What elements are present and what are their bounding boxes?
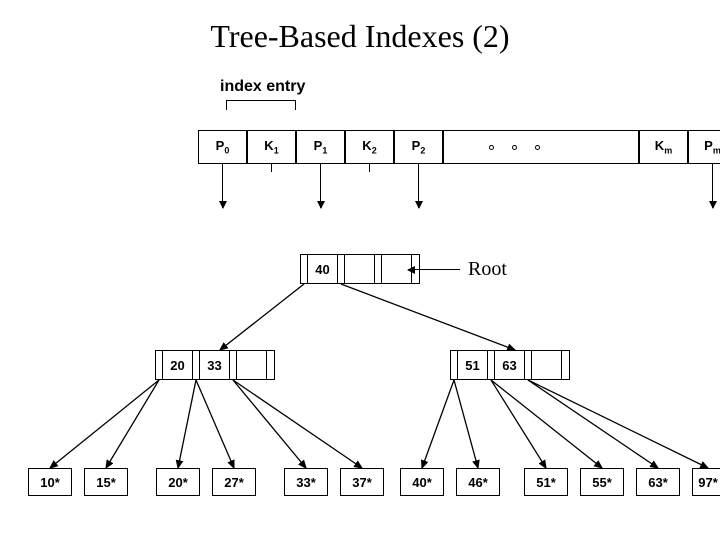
ellipsis-dot-icon: [489, 145, 494, 150]
internal-left-node: 20 33: [155, 350, 275, 380]
leaf-node: 20*: [156, 468, 200, 496]
leaf-node: 27*: [212, 468, 256, 496]
entry-ellipsis: [443, 130, 639, 164]
index-entry-label: index entry: [220, 78, 305, 96]
entry-km: Km: [639, 130, 688, 164]
internal-right-k1: 51: [458, 351, 488, 379]
entry-k2: K2: [345, 130, 394, 164]
leaf-node: 33*: [284, 468, 328, 496]
entry-pm: Pm: [688, 130, 720, 164]
leaf-node: 46*: [456, 468, 500, 496]
entry-p1: P1: [296, 130, 345, 164]
leaf-node: 55*: [580, 468, 624, 496]
tick-icon: [369, 164, 370, 172]
leaf-node: 40*: [400, 468, 444, 496]
ellipsis-dot-icon: [535, 145, 540, 150]
leaf-node: 15*: [84, 468, 128, 496]
leaf-node: 51*: [524, 468, 568, 496]
root-label: Root: [468, 258, 507, 281]
internal-left-k1: 20: [163, 351, 193, 379]
arrow-left-icon: [408, 269, 460, 270]
entry-k1: K1: [247, 130, 296, 164]
arrow-down-icon: [222, 164, 223, 208]
internal-right-node: 51 63: [450, 350, 570, 380]
leaf-node: 10*: [28, 468, 72, 496]
ellipsis-dot-icon: [512, 145, 517, 150]
index-entry-row: P0 K1 P1 K2 P2 Km Pm: [198, 130, 720, 164]
bracket-icon: [226, 100, 296, 110]
leaf-node: 63*: [636, 468, 680, 496]
leaf-node: 97*: [692, 468, 720, 496]
arrow-down-icon: [712, 164, 713, 208]
arrow-down-icon: [320, 164, 321, 208]
leaf-node: 37*: [340, 468, 384, 496]
arrow-down-icon: [418, 164, 419, 208]
internal-right-k2: 63: [495, 351, 525, 379]
internal-left-k2: 33: [200, 351, 230, 379]
tick-icon: [271, 164, 272, 172]
root-key: 40: [308, 255, 338, 283]
entry-p2: P2: [394, 130, 443, 164]
entry-p0: P0: [198, 130, 247, 164]
page-title: Tree-Based Indexes (2): [0, 18, 720, 55]
root-node: 40: [300, 254, 420, 284]
